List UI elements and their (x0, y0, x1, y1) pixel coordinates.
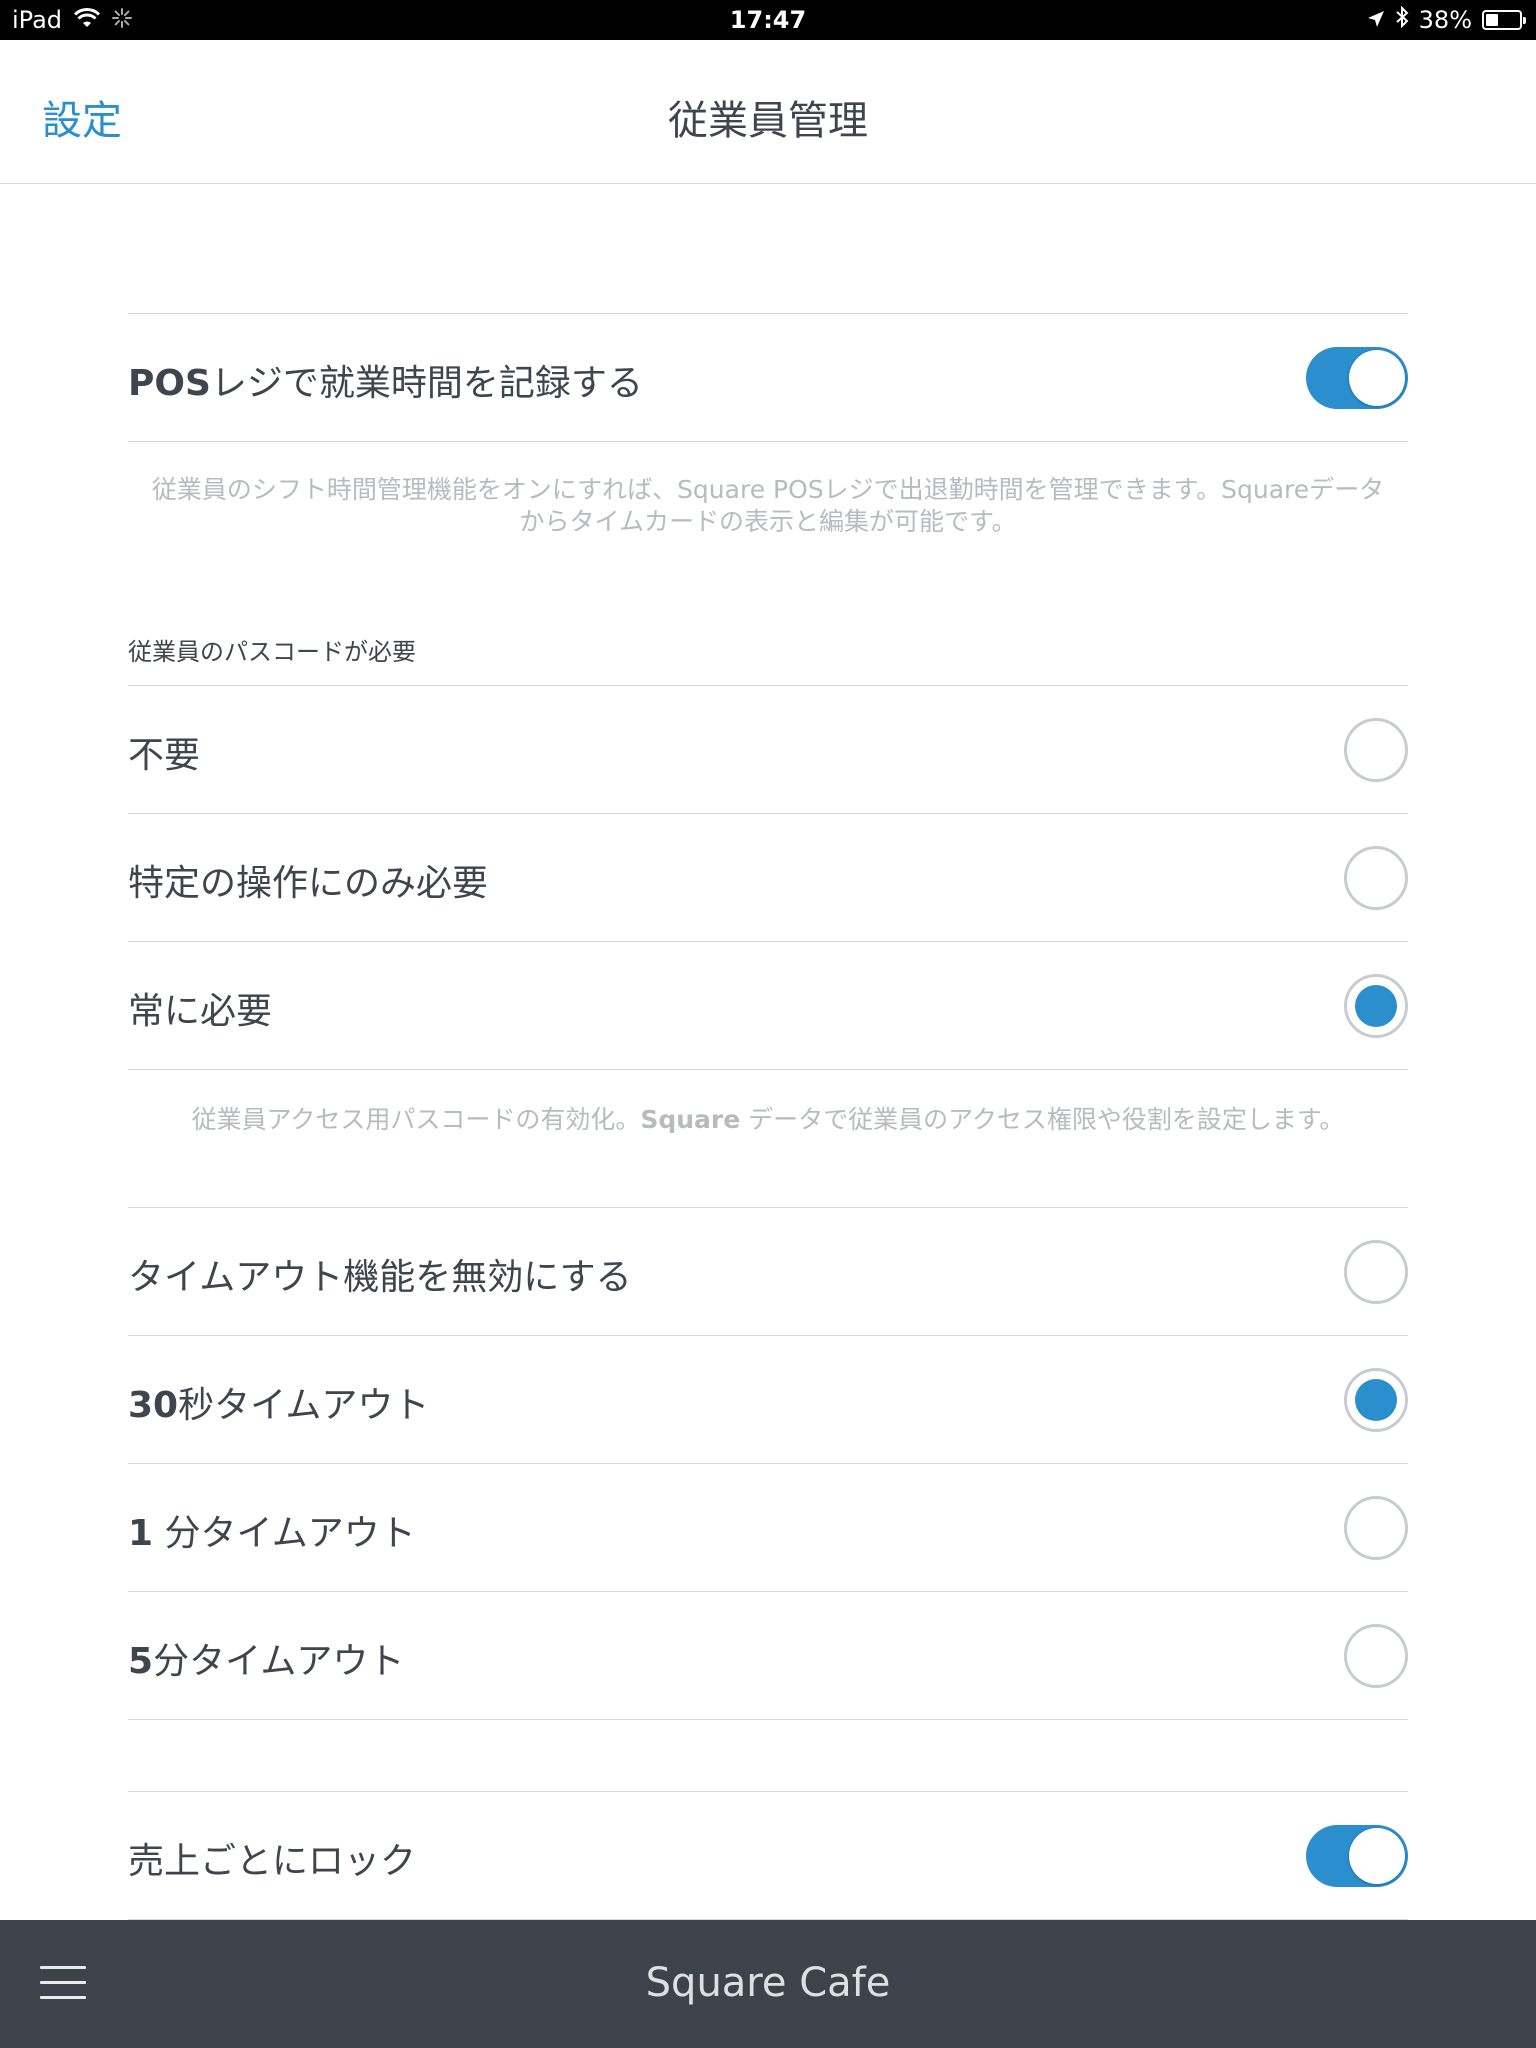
status-bar-right: 38% (1367, 5, 1526, 34)
timeout-option-label: 5分タイムアウト (128, 1641, 405, 1682)
radio-button[interactable] (1344, 1496, 1408, 1560)
battery-icon (1482, 10, 1526, 30)
passcode-option-label: 不要 (128, 735, 201, 776)
timeout-option-label: 30秒タイムアウト (128, 1385, 430, 1426)
timeout-option-disabled[interactable]: タイムアウト機能を無効にする (128, 1208, 1408, 1336)
time-tracking-toggle[interactable] (1306, 347, 1408, 409)
passcode-option-always[interactable]: 常に必要 (128, 942, 1408, 1070)
passcode-section-header: 従業員のパスコードが必要 (128, 638, 416, 666)
merchant-name: Square Cafe (645, 1960, 891, 2006)
status-bar: iPad 17:47 38% (0, 0, 1536, 40)
divider (128, 441, 1408, 442)
passcode-option-specific-actions[interactable]: 特定の操作にのみ必要 (128, 814, 1408, 942)
timeout-option-30s[interactable]: 30秒タイムアウト (128, 1336, 1408, 1464)
passcode-option-label: 特定の操作にのみ必要 (128, 863, 489, 904)
lock-after-sale-label: 売上ごとにロック (128, 1841, 417, 1882)
lock-after-sale-row[interactable]: 売上ごとにロック (128, 1792, 1408, 1920)
divider (128, 1069, 1408, 1070)
timeout-option-label: 1 分タイムアウト (128, 1513, 416, 1554)
timeout-option-5min[interactable]: 5分タイムアウト (128, 1592, 1408, 1720)
location-arrow-icon (1367, 6, 1385, 34)
page-title: 従業員管理 (668, 98, 868, 144)
timeout-option-1min[interactable]: 1 分タイムアウト (128, 1464, 1408, 1592)
time-tracking-label: POSレジで就業時間を記録する (128, 363, 643, 404)
radio-button[interactable] (1344, 718, 1408, 782)
passcode-option-label: 常に必要 (128, 991, 273, 1032)
bluetooth-icon (1395, 5, 1409, 34)
status-time: 17:47 (729, 6, 807, 34)
radio-button-selected[interactable] (1344, 974, 1408, 1038)
radio-button[interactable] (1344, 1240, 1408, 1304)
battery-percent: 38% (1418, 6, 1472, 34)
radio-button-selected[interactable] (1344, 1368, 1408, 1432)
time-tracking-help: 従業員のシフト時間管理機能をオンにすれば、Square POSレジで出退勤時間を… (151, 475, 1385, 536)
passcode-help: 従業員アクセス用パスコードの有効化。Square データで従業員のアクセス権限や… (191, 1105, 1345, 1134)
time-tracking-row[interactable]: POSレジで就業時間を記録する (128, 314, 1408, 442)
bottom-bar: Square Cafe (0, 1920, 1536, 2048)
radio-button[interactable] (1344, 1624, 1408, 1688)
lock-after-sale-toggle[interactable] (1306, 1825, 1408, 1887)
timeout-option-label: タイムアウト機能を無効にする (128, 1257, 632, 1298)
passcode-option-none[interactable]: 不要 (128, 686, 1408, 814)
radio-button[interactable] (1344, 846, 1408, 910)
navigation-bar: 設定 従業員管理 (0, 40, 1536, 184)
divider (128, 1719, 1408, 1720)
